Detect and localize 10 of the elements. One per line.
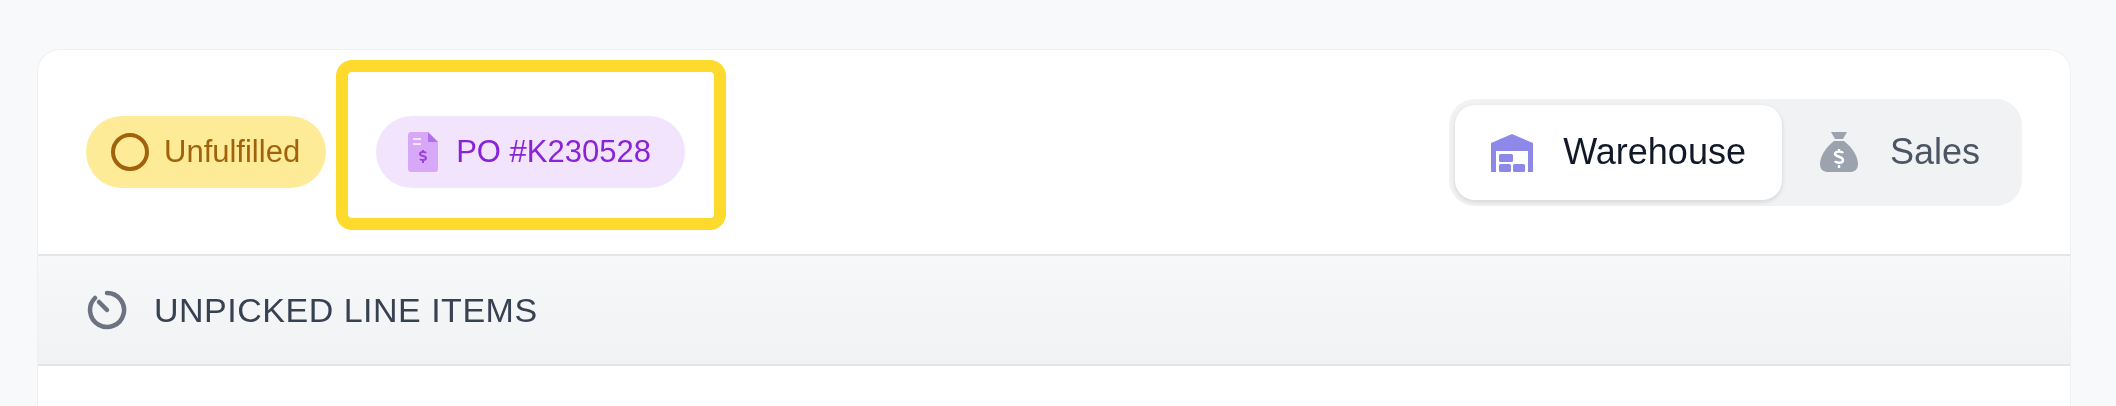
timer-icon xyxy=(86,289,128,331)
status-badge: Unfulfilled xyxy=(86,116,327,188)
view-tab[interactable]: Warehouse xyxy=(1455,104,1782,200)
money-bag-icon xyxy=(1817,131,1860,173)
po-badge[interactable]: PO #K230528 xyxy=(376,116,685,188)
invoice-icon xyxy=(408,132,439,172)
view-tab[interactable]: Sales xyxy=(1781,104,2016,200)
circle-icon xyxy=(110,132,150,172)
warehouse-icon xyxy=(1491,131,1534,173)
section-title: UNPICKED LINE ITEMS xyxy=(154,290,538,330)
